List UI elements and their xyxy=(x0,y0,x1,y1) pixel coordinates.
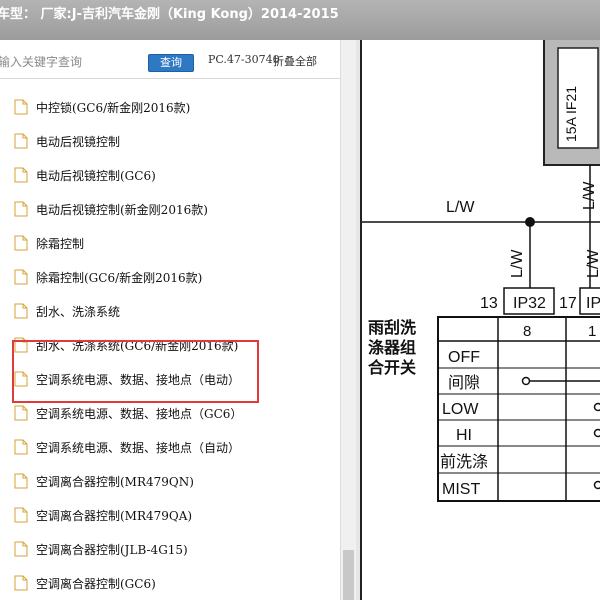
window-title: 车型： 厂家:J-吉利汽车金刚（King Kong）2014-2015 xyxy=(0,7,339,22)
tree-item[interactable]: 空调离合器控制(JLB-4G15) xyxy=(14,538,188,560)
tree-item[interactable]: 空调系统电源、数据、接地点（GC6） xyxy=(14,402,242,424)
tree-item[interactable]: 空调系统电源、数据、接地点（自动） xyxy=(14,436,240,458)
document-icon xyxy=(14,133,28,149)
search-divider xyxy=(0,78,340,79)
search-input[interactable] xyxy=(0,51,138,73)
scroll-thumb[interactable] xyxy=(343,550,354,600)
tree-item[interactable]: 电动后视镜控制 xyxy=(14,130,120,152)
switch-label-line3: 合开关 xyxy=(368,358,416,377)
wire-label-main: L/W xyxy=(446,199,475,216)
tree-item[interactable]: 空调离合器控制(MR479QA) xyxy=(14,504,192,526)
tree-item[interactable]: 空调离合器控制(MR479QN) xyxy=(14,470,194,492)
document-icon xyxy=(14,201,28,217)
tree-item[interactable]: 除霜控制(GC6/新金刚2016款) xyxy=(14,266,202,288)
connector-ip-right-label: IP xyxy=(586,295,600,312)
connector-pin-17: 17 xyxy=(559,295,577,312)
tree-item-label: 空调离合器控制(MR479QN) xyxy=(36,474,194,489)
document-icon xyxy=(14,507,28,523)
tree-item[interactable]: 电动后视镜控制(新金刚2016款) xyxy=(14,198,208,220)
wire-label-fuse: L/W xyxy=(581,181,598,210)
document-icon xyxy=(14,99,28,115)
document-icon xyxy=(14,235,28,251)
search-row: 查询 PC.47-30740 折叠全部 xyxy=(0,48,340,74)
tree-item[interactable]: 中控锁(GC6/新金刚2016款) xyxy=(14,96,190,118)
document-icon xyxy=(14,541,28,557)
document-icon xyxy=(14,405,28,421)
switch-contact xyxy=(593,428,600,438)
tree-item[interactable]: 除霜控制 xyxy=(14,232,84,254)
document-icon xyxy=(14,439,28,455)
tree-item-label: 除霜控制(GC6/新金刚2016款) xyxy=(36,270,203,285)
switch-contact xyxy=(593,480,600,490)
tree-item-label: 刮水、洗涤系统 xyxy=(36,304,121,319)
connector-ip32-label: IP32 xyxy=(513,295,546,312)
tree-item-label: 空调离合器控制(GC6) xyxy=(36,576,156,591)
mode-off: OFF xyxy=(448,349,480,366)
mode-mist: MIST xyxy=(442,481,480,498)
switch-contact xyxy=(521,376,531,386)
tree-item-label: 电动后视镜控制(GC6) xyxy=(36,168,156,183)
wire-label-ip32: L/W xyxy=(509,249,526,278)
document-icon xyxy=(14,473,28,489)
fuse-label: 15A IF21 xyxy=(563,86,579,142)
tree-item-label: 空调离合器控制(JLB-4G15) xyxy=(36,542,188,557)
wiring-diagram-pane: 15A IF21 L/W L/W L/W L/W 13 IP32 17 IP 雨… xyxy=(360,40,600,600)
switch-label-line2: 涤器组 xyxy=(368,338,416,357)
document-icon xyxy=(14,303,28,319)
document-icon xyxy=(14,575,28,591)
table-pin-right: 1 xyxy=(588,323,596,340)
wiring-diagram: 15A IF21 L/W L/W L/W L/W 13 IP32 17 IP 雨… xyxy=(362,40,600,502)
tree-item-label: 空调系统电源、数据、接地点（GC6） xyxy=(36,406,243,421)
table-pin-8: 8 xyxy=(523,323,531,340)
query-button[interactable]: 查询 xyxy=(148,54,194,72)
switch-contact xyxy=(593,402,600,412)
tree-item[interactable]: 电动后视镜控制(GC6) xyxy=(14,164,156,186)
window-title-bar: 车型： 厂家:J-吉利汽车金刚（King Kong）2014-2015 xyxy=(0,0,600,40)
mode-front-wash: 前洗涤 xyxy=(440,453,488,471)
connector-pin-13: 13 xyxy=(480,295,498,312)
tree-item-label: 中控锁(GC6/新金刚2016款) xyxy=(36,100,191,115)
document-icon xyxy=(14,269,28,285)
highlight-box xyxy=(12,340,259,403)
tree-scrollbar[interactable] xyxy=(340,40,357,600)
mode-low: LOW xyxy=(442,401,479,418)
collapse-all-link[interactable]: 折叠全部 xyxy=(273,53,317,69)
mode-intermittent: 间隙 xyxy=(448,374,480,392)
wire-label-ip-right: L/W xyxy=(585,249,600,278)
document-icon xyxy=(14,167,28,183)
mode-hi: HI xyxy=(456,427,472,444)
tree-item-label: 电动后视镜控制(新金刚2016款) xyxy=(36,202,208,217)
tree-item[interactable]: 空调离合器控制(GC6) xyxy=(14,572,156,594)
tree-item[interactable]: 刮水、洗涤系统 xyxy=(14,300,120,322)
tree-item-label: 电动后视镜控制 xyxy=(36,134,121,149)
tree-item-label: 空调离合器控制(MR479QA) xyxy=(36,508,193,523)
tree-panel: 查询 PC.47-30740 折叠全部 中控锁(GC6/新金刚2016款) 电动… xyxy=(0,40,356,600)
switch-label-line1: 雨刮洗 xyxy=(368,318,416,337)
tree-item-label: 除霜控制 xyxy=(36,236,85,251)
tree-item-label: 空调系统电源、数据、接地点（自动） xyxy=(36,440,241,455)
pc-code: PC.47-30740 xyxy=(208,53,280,66)
